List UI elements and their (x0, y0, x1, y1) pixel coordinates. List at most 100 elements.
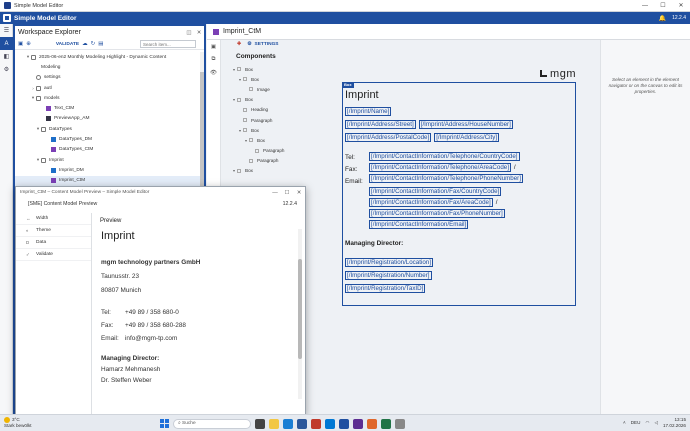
add-icon[interactable]: ⊕ (26, 41, 31, 47)
component-node[interactable]: Paragraph (231, 146, 341, 156)
component-tool-icon[interactable]: ✚ (237, 41, 241, 47)
tree-item[interactable]: ▾ DataTypes (15, 124, 204, 134)
binding-registration-number[interactable]: [/Imprint/Registration/Number] (345, 271, 432, 280)
close-button[interactable]: ✕ (672, 0, 690, 12)
preview-eye-icon[interactable]: 👁 (207, 66, 220, 79)
component-node[interactable]: Heading (231, 105, 341, 115)
canvas-heading[interactable]: Imprint (345, 89, 379, 101)
tree-item[interactable]: ▾ 2025-06-en2 Monthly Modeling Highlight … (15, 52, 204, 62)
new-file-icon[interactable]: ▣ (18, 41, 23, 47)
component-node[interactable]: Paragraph (231, 156, 341, 166)
nav-width[interactable]: ↔ Width (16, 213, 91, 225)
component-node[interactable]: ▾ Box (231, 125, 341, 135)
binding-email[interactable]: [/Imprint/ContactInformation/Email] (369, 220, 469, 229)
binding-city[interactable]: [/Imprint/Address/City] (434, 133, 500, 142)
component-node[interactable]: ▾ Box (231, 74, 341, 84)
tree-item[interactable]: Imprint_DM (15, 165, 204, 175)
component-node[interactable]: ▾ Box (231, 64, 341, 74)
tree-item[interactable]: Imprint_CtM (15, 175, 204, 186)
tree-item[interactable]: DataTypes_CtM (15, 145, 204, 155)
notification-icon[interactable]: 🔔 (659, 15, 666, 22)
tree-item-label: DataTypes_CtM (59, 147, 94, 153)
taskbar-search[interactable]: ⌕ Suche (173, 418, 251, 429)
edge-icon[interactable] (283, 418, 293, 429)
nav-theme[interactable]: ◐ Theme (16, 225, 91, 237)
binding-housenumber[interactable]: [/Imprint/Address/HouseNumber] (418, 120, 513, 129)
language-indicator[interactable]: DEU (631, 420, 641, 425)
binding-tel-area[interactable]: [/Imprint/ContactInformation/Telephone/A… (369, 163, 511, 172)
component-node[interactable]: ▾ Box (231, 95, 341, 105)
teams-icon[interactable] (353, 418, 363, 429)
tree-item[interactable]: Text_CtM (15, 103, 204, 113)
settings-app-icon[interactable] (395, 418, 405, 429)
layers-icon[interactable]: ⧉ (207, 53, 220, 66)
component-node[interactable]: Image (231, 84, 341, 94)
binding-tel-country[interactable]: [/Imprint/ContactInformation/Telephone/C… (369, 152, 520, 161)
binding-street[interactable]: [/Imprint/Address/Street] (345, 120, 416, 129)
cloud-icon[interactable]: ☁ (82, 41, 88, 47)
binding-registration-location[interactable]: [/Imprint/Registration/Location] (345, 258, 433, 267)
menu-icon[interactable]: ☰ (0, 24, 13, 37)
editor-tab-title[interactable]: Imprint_CtM (223, 28, 261, 35)
app-title: Simple Model Editor (14, 14, 77, 22)
gear-icon[interactable]: ⚙ (247, 42, 251, 47)
app-red-icon[interactable] (311, 418, 321, 429)
preview-scrollbar[interactable] (298, 229, 302, 399)
vscode-icon[interactable] (325, 418, 335, 429)
components-icon[interactable]: ▣ (207, 40, 220, 53)
clock[interactable]: 13:15 17.02.2026 (663, 417, 686, 428)
settings-icon[interactable]: ⚙ (0, 63, 13, 76)
validate-button[interactable]: VALIDATE (56, 42, 79, 47)
save-icon[interactable]: ▤ (98, 41, 103, 47)
explorer-search-input[interactable] (140, 40, 196, 48)
tray-chevron-icon[interactable]: ˄ (623, 420, 626, 425)
minimize-button[interactable]: — (636, 0, 654, 12)
component-node[interactable]: Paragraph (231, 115, 341, 125)
design-canvas[interactable]: mgm Box Imprint [/Imprint/Name] [/Imprin… (342, 56, 588, 416)
settings-file-icon (36, 75, 41, 81)
firefox-icon[interactable] (367, 418, 377, 429)
maximize-button[interactable]: ☐ (281, 190, 293, 196)
binding-registration-taxid[interactable]: [/Imprint/Registration/TaxID] (345, 284, 426, 293)
tree-item[interactable]: PreviewApp_AM (15, 114, 204, 124)
binding-name[interactable]: [/Imprint/Name] (345, 107, 392, 116)
start-icon[interactable] (160, 419, 169, 428)
weather-widget[interactable]: 3°C Stark bewölkt (0, 417, 60, 429)
nav-data[interactable]: D Data (16, 237, 91, 249)
component-node[interactable]: ▾ Box (231, 166, 341, 176)
wifi-icon[interactable]: ◠ (645, 420, 649, 426)
file-explorer-icon[interactable] (269, 418, 279, 429)
simple-model-editor-icon[interactable] (339, 418, 349, 429)
tree-item[interactable]: ▾ Imprint (15, 155, 204, 165)
tree-item[interactable]: ▾ models (15, 93, 204, 103)
refresh-icon[interactable]: ↻ (91, 41, 96, 47)
component-node[interactable]: ▾ Box (231, 135, 341, 145)
split-icon[interactable]: ◫ (184, 30, 194, 36)
binding-postalcode[interactable]: [/Imprint/Address/PostalCode] (345, 133, 432, 142)
tree-item[interactable]: Modeling (15, 62, 204, 72)
binding-tel-number[interactable]: [/Imprint/ContactInformation/Telephone/P… (369, 174, 523, 183)
maximize-button[interactable]: ☐ (654, 0, 672, 12)
nav-validate[interactable]: ✓ Validate (16, 249, 91, 261)
width-icon: ↔ (26, 216, 31, 221)
word-icon[interactable] (297, 418, 307, 429)
explorer-icon[interactable]: A (0, 37, 13, 50)
close-button[interactable]: ✕ (293, 190, 305, 196)
task-view-icon[interactable] (255, 418, 265, 429)
settings-button[interactable]: SETTINGS (255, 42, 279, 47)
tree-item[interactable]: › autl (15, 83, 204, 93)
volume-icon[interactable]: ◁ (654, 420, 658, 426)
binding-fax-area[interactable]: [/Imprint/ContactInformation/Fax/AreaCod… (369, 198, 493, 207)
minimize-button[interactable]: — (269, 190, 281, 196)
components-tree: ▾ Box ▾ Box Image ▾ Box Heading Paragraph ▾ Box ▾ Bo… (231, 64, 341, 176)
binding-fax-number[interactable]: [/Imprint/ContactInformation/Fax/PhoneNu… (369, 209, 505, 218)
tree-item[interactable]: settings (15, 73, 204, 83)
tree-item[interactable]: DataTypes_DM (15, 134, 204, 144)
component-label: Box (251, 76, 259, 82)
validate-icon: ✓ (26, 251, 30, 257)
close-icon[interactable]: ✕ (194, 30, 204, 36)
excel-icon[interactable] (381, 418, 391, 429)
model-icon[interactable]: ◧ (0, 50, 13, 63)
preview-email-value[interactable]: info@mgm-tp.com (125, 335, 177, 342)
binding-fax-country[interactable]: [/Imprint/ContactInformation/Fax/Country… (369, 187, 502, 196)
